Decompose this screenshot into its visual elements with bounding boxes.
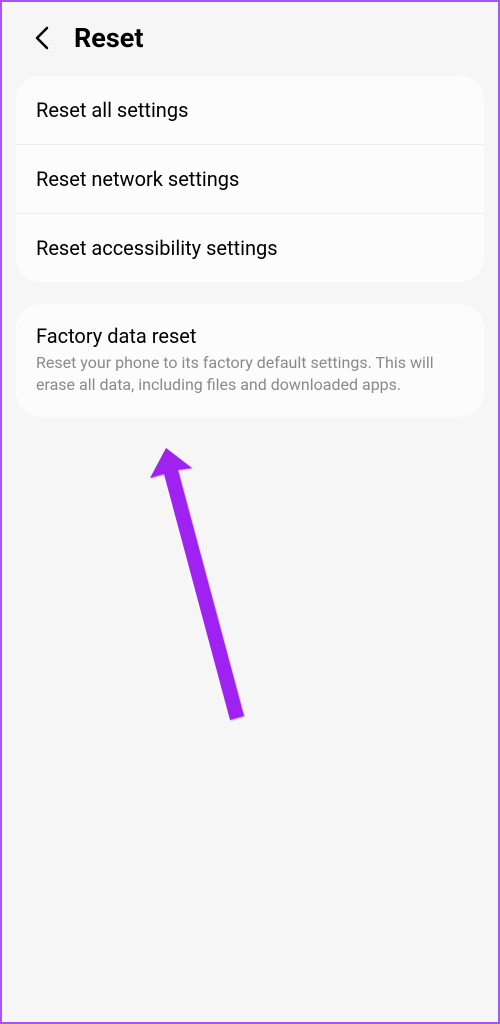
header: Reset (2, 2, 498, 68)
list-item-label: Factory data reset (36, 324, 464, 348)
reset-all-settings-item[interactable]: Reset all settings (16, 76, 484, 145)
back-icon[interactable] (32, 28, 52, 48)
reset-network-settings-item[interactable]: Reset network settings (16, 145, 484, 214)
list-item-label: Reset network settings (36, 167, 464, 191)
settings-group-1: Reset all settings Reset network setting… (16, 76, 484, 282)
list-item-label: Reset all settings (36, 98, 464, 122)
factory-data-reset-item[interactable]: Factory data reset Reset your phone to i… (16, 304, 484, 417)
settings-group-2: Factory data reset Reset your phone to i… (16, 304, 484, 417)
list-item-label: Reset accessibility settings (36, 236, 464, 260)
reset-accessibility-settings-item[interactable]: Reset accessibility settings (16, 214, 484, 282)
list-item-description: Reset your phone to its factory default … (36, 352, 464, 395)
page-title: Reset (74, 22, 143, 54)
annotation-arrow-icon (136, 448, 256, 728)
